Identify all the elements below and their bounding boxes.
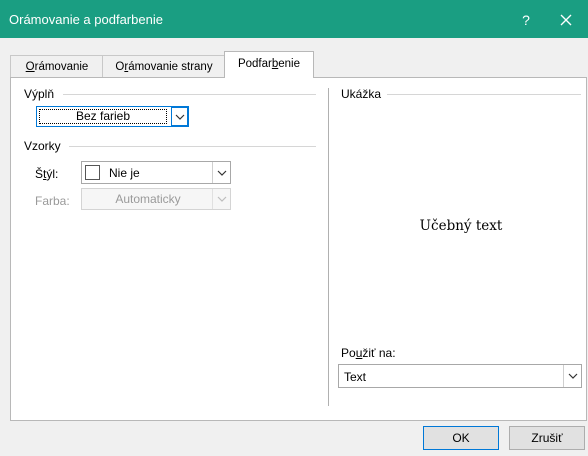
tab-panel: Výplň Bez farieb Vzorky Štýl: Nie je Far… (10, 77, 587, 421)
style-dropdown[interactable]: Nie je (81, 161, 231, 184)
fill-color-value: Bez farieb (39, 109, 167, 124)
style-swatch (85, 165, 100, 180)
style-value: Nie je (109, 166, 140, 180)
tab-borders[interactable]: Orámovanie (10, 55, 104, 78)
close-icon (560, 14, 572, 26)
chevron-down-icon (563, 365, 581, 387)
pattern-color-dropdown[interactable]: Automaticky (81, 188, 231, 210)
cancel-button[interactable]: Zrušiť (509, 426, 585, 450)
tab-shading[interactable]: Podfarbenie (224, 51, 314, 78)
patterns-group-label: Vzorky (24, 139, 61, 153)
title-bar: Orámovanie a podfarbenie ? (0, 0, 588, 38)
preview-separator (328, 88, 329, 406)
dialog-body: Orámovanie Orámovanie strany Podfarbenie… (0, 38, 588, 456)
preview-sample-text: Učebný text (419, 218, 503, 234)
pattern-color-label: Farba: (35, 194, 70, 208)
chevron-down-icon (212, 189, 230, 209)
pattern-color-value: Automaticky (115, 192, 181, 206)
fill-group-label: Výplň (24, 87, 55, 101)
fill-divider (63, 94, 316, 95)
fill-color-dropdown[interactable]: Bez farieb (36, 106, 189, 127)
chevron-down-icon (171, 107, 188, 126)
window-title: Orámovanie a podfarbenie (9, 12, 163, 27)
style-label: Štýl: (35, 167, 59, 181)
tab-page-border[interactable]: Orámovanie strany (102, 55, 226, 78)
preview-divider (387, 94, 581, 95)
patterns-divider (69, 146, 316, 147)
tab-label: Podfarbenie (237, 58, 301, 70)
tab-label: Orámovanie strany (115, 61, 213, 73)
preview-group-label: Ukážka (341, 87, 382, 101)
help-button[interactable]: ? (516, 10, 536, 30)
apply-to-dropdown[interactable]: Text (338, 364, 582, 388)
apply-to-value: Text (344, 370, 367, 384)
close-button[interactable] (554, 8, 578, 32)
apply-to-label: Použiť na: (341, 346, 396, 360)
ok-button[interactable]: OK (423, 426, 499, 450)
chevron-down-icon (212, 162, 230, 183)
tab-label: Orámovanie (25, 61, 89, 73)
